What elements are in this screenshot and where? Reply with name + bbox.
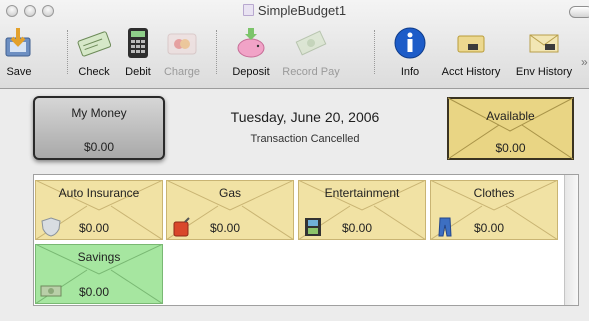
envelope-name: Clothes — [473, 186, 515, 200]
envelope-name: Auto Insurance — [58, 186, 140, 200]
deposit-button[interactable]: Deposit — [226, 26, 276, 86]
my-money-button[interactable]: My Money $0.00 — [33, 96, 165, 160]
check-label: Check — [78, 66, 110, 78]
save-button[interactable]: Save — [0, 26, 38, 86]
envelope-amount: $0.00 — [342, 221, 373, 235]
envelope-auto-insurance[interactable]: Auto Insurance $0.00 — [35, 180, 163, 240]
available-envelope[interactable]: Available $0.00 — [447, 97, 574, 160]
env-history-label: Env History — [515, 66, 573, 78]
available-amount: $0.00 — [495, 141, 526, 155]
envelope-amount: $0.00 — [79, 285, 110, 299]
charge-label: Charge — [163, 66, 201, 78]
film-icon — [305, 218, 321, 236]
gas-can-icon — [173, 217, 190, 237]
piggy-bank-icon — [237, 28, 265, 58]
info-label: Info — [400, 66, 420, 78]
check-button[interactable]: Check — [72, 26, 116, 86]
envelope-panel: Auto Insurance $0.00 Gas $0.00 Entertain… — [33, 174, 579, 306]
info-icon — [394, 27, 426, 59]
save-label: Save — [6, 66, 32, 78]
window-title-text: SimpleBudget1 — [257, 3, 347, 18]
toolbar-separator — [67, 30, 68, 74]
my-money-label: My Money — [71, 106, 127, 120]
money-icon — [40, 285, 62, 297]
envelope-clothes[interactable]: Clothes $0.00 — [430, 180, 558, 240]
acct-history-button[interactable]: Acct History — [434, 26, 508, 86]
shield-icon — [41, 217, 61, 237]
envelope-name: Gas — [218, 186, 241, 200]
acct-history-label: Acct History — [441, 66, 501, 78]
envelope-entertainment[interactable]: Entertainment $0.00 — [298, 180, 426, 240]
record-pay-label: Record Pay — [282, 66, 340, 78]
save-icon — [5, 28, 31, 57]
acct-history-icon — [457, 35, 485, 53]
charge-button[interactable]: Charge — [160, 26, 204, 86]
envelope-name: Savings — [77, 250, 121, 264]
window-chrome: SimpleBudget1 Save Check Debit Charge De… — [0, 0, 589, 89]
envelope-amount: $0.00 — [474, 221, 505, 235]
current-date: Tuesday, June 20, 2006 — [230, 109, 380, 125]
window-title: SimpleBudget1 — [0, 3, 589, 18]
record-pay-icon — [295, 30, 327, 56]
info-button[interactable]: Info — [394, 26, 426, 86]
env-history-button[interactable]: Env History — [510, 26, 578, 86]
envelope-savings[interactable]: Savings $0.00 — [35, 244, 163, 304]
deposit-label: Deposit — [232, 66, 270, 78]
charge-icon — [167, 33, 197, 55]
record-pay-button[interactable]: Record Pay — [280, 26, 342, 86]
debit-button[interactable]: Debit — [118, 26, 158, 86]
toolbar-separator — [374, 30, 375, 74]
my-money-amount: $0.00 — [83, 140, 115, 154]
jeans-icon — [438, 217, 452, 237]
status-message: Transaction Cancelled — [250, 133, 360, 145]
document-icon — [242, 4, 254, 16]
app-window: SimpleBudget1 Save Check Debit Charge De… — [0, 0, 589, 321]
envelope-name: Entertainment — [324, 186, 400, 200]
envelope-amount: $0.00 — [79, 221, 110, 235]
debit-icon — [128, 28, 148, 58]
envelope-gas[interactable]: Gas $0.00 — [166, 180, 294, 240]
envelope-amount: $0.00 — [210, 221, 241, 235]
envelope-history-icon — [529, 34, 559, 53]
check-icon — [77, 31, 111, 57]
vertical-scrollbar[interactable] — [564, 175, 578, 305]
toolbar-overflow-chevron-icon[interactable]: » — [581, 55, 588, 69]
available-label: Available — [486, 109, 535, 123]
toolbar-separator — [216, 30, 217, 74]
debit-label: Debit — [125, 66, 151, 78]
toolbar-toggle-button[interactable] — [569, 6, 589, 18]
